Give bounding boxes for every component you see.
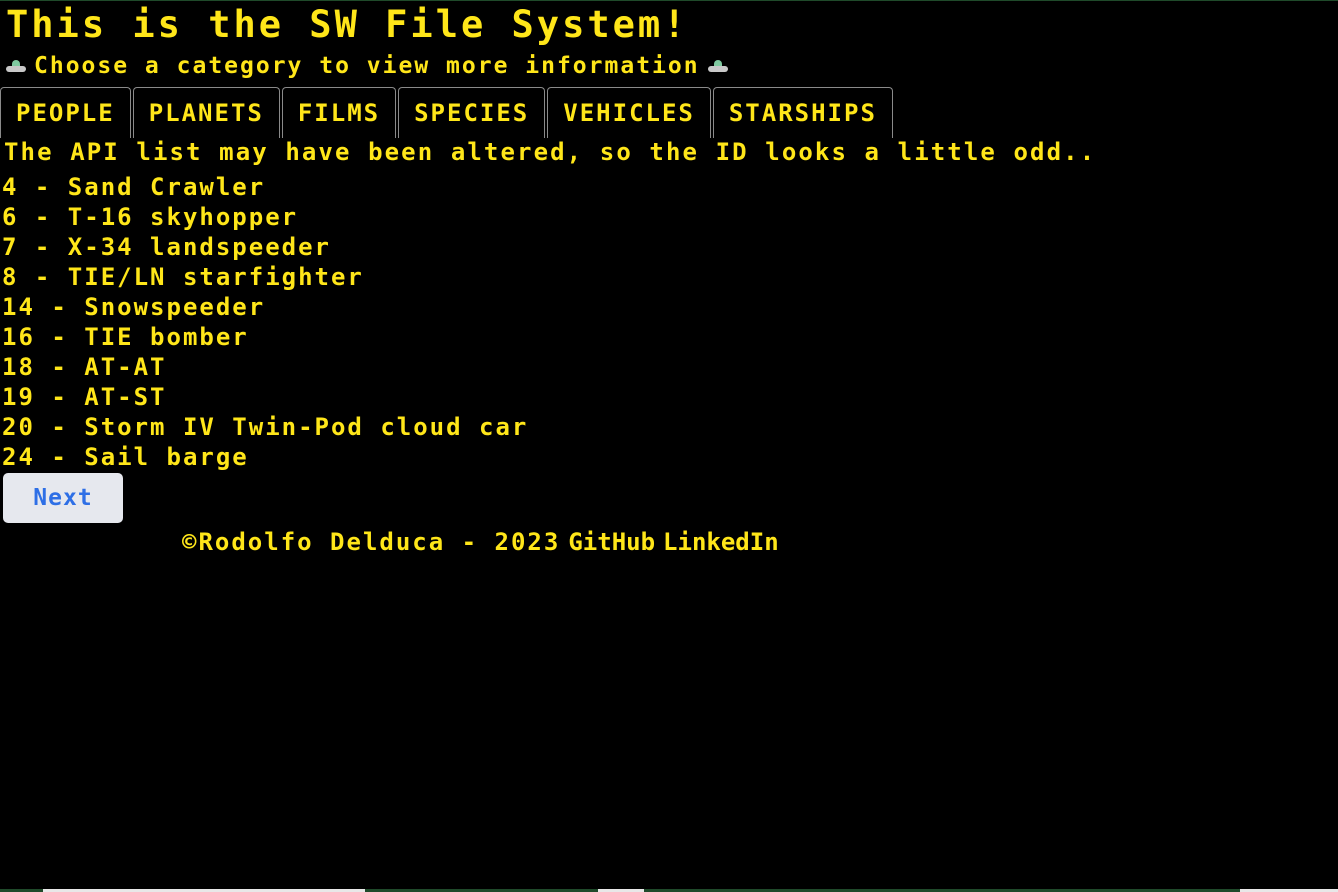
tab-people[interactable]: PEOPLE	[0, 87, 131, 138]
footer: ©Rodolfo Delduca - 2023 GitHub LinkedIn	[182, 527, 779, 557]
tab-vehicles[interactable]: VEHICLES	[547, 87, 711, 138]
list-item[interactable]: 16 - TIE bomber	[2, 322, 528, 352]
ufo-icon	[707, 59, 728, 73]
linkedin-link[interactable]: LinkedIn	[663, 528, 779, 556]
vehicle-list: 4 - Sand Crawler 6 - T-16 skyhopper 7 - …	[2, 172, 528, 472]
list-item[interactable]: 7 - X-34 landspeeder	[2, 232, 528, 262]
footer-copyright: ©Rodolfo Delduca - 2023	[182, 528, 561, 556]
list-item[interactable]: 19 - AT-ST	[2, 382, 528, 412]
tab-species[interactable]: SPECIES	[398, 87, 546, 138]
github-link[interactable]: GitHub	[568, 528, 655, 556]
tab-starships[interactable]: STARSHIPS	[712, 87, 893, 138]
list-item[interactable]: 24 - Sail barge	[2, 442, 528, 472]
subtitle-text: Choose a category to view more informati…	[34, 53, 700, 79]
ufo-icon	[6, 59, 26, 73]
list-item[interactable]: 18 - AT-AT	[2, 352, 528, 382]
list-item[interactable]: 4 - Sand Crawler	[2, 172, 528, 202]
tab-planets[interactable]: PLANETS	[132, 87, 280, 138]
list-item[interactable]: 6 - T-16 skyhopper	[2, 202, 528, 232]
category-tabs: PEOPLE PLANETS FILMS SPECIES VEHICLES ST…	[0, 87, 895, 138]
list-item[interactable]: 14 - Snowspeeder	[2, 292, 528, 322]
page-subtitle: Choose a category to view more informati…	[6, 51, 728, 81]
page-title: This is the SW File System!	[6, 3, 689, 46]
next-button[interactable]: Next	[3, 473, 123, 523]
list-item[interactable]: 20 - Storm IV Twin-Pod cloud car	[2, 412, 528, 442]
api-notice: The API list may have been altered, so t…	[4, 138, 1097, 166]
list-item[interactable]: 8 - TIE/LN starfighter	[2, 262, 528, 292]
tab-films[interactable]: FILMS	[281, 87, 397, 138]
